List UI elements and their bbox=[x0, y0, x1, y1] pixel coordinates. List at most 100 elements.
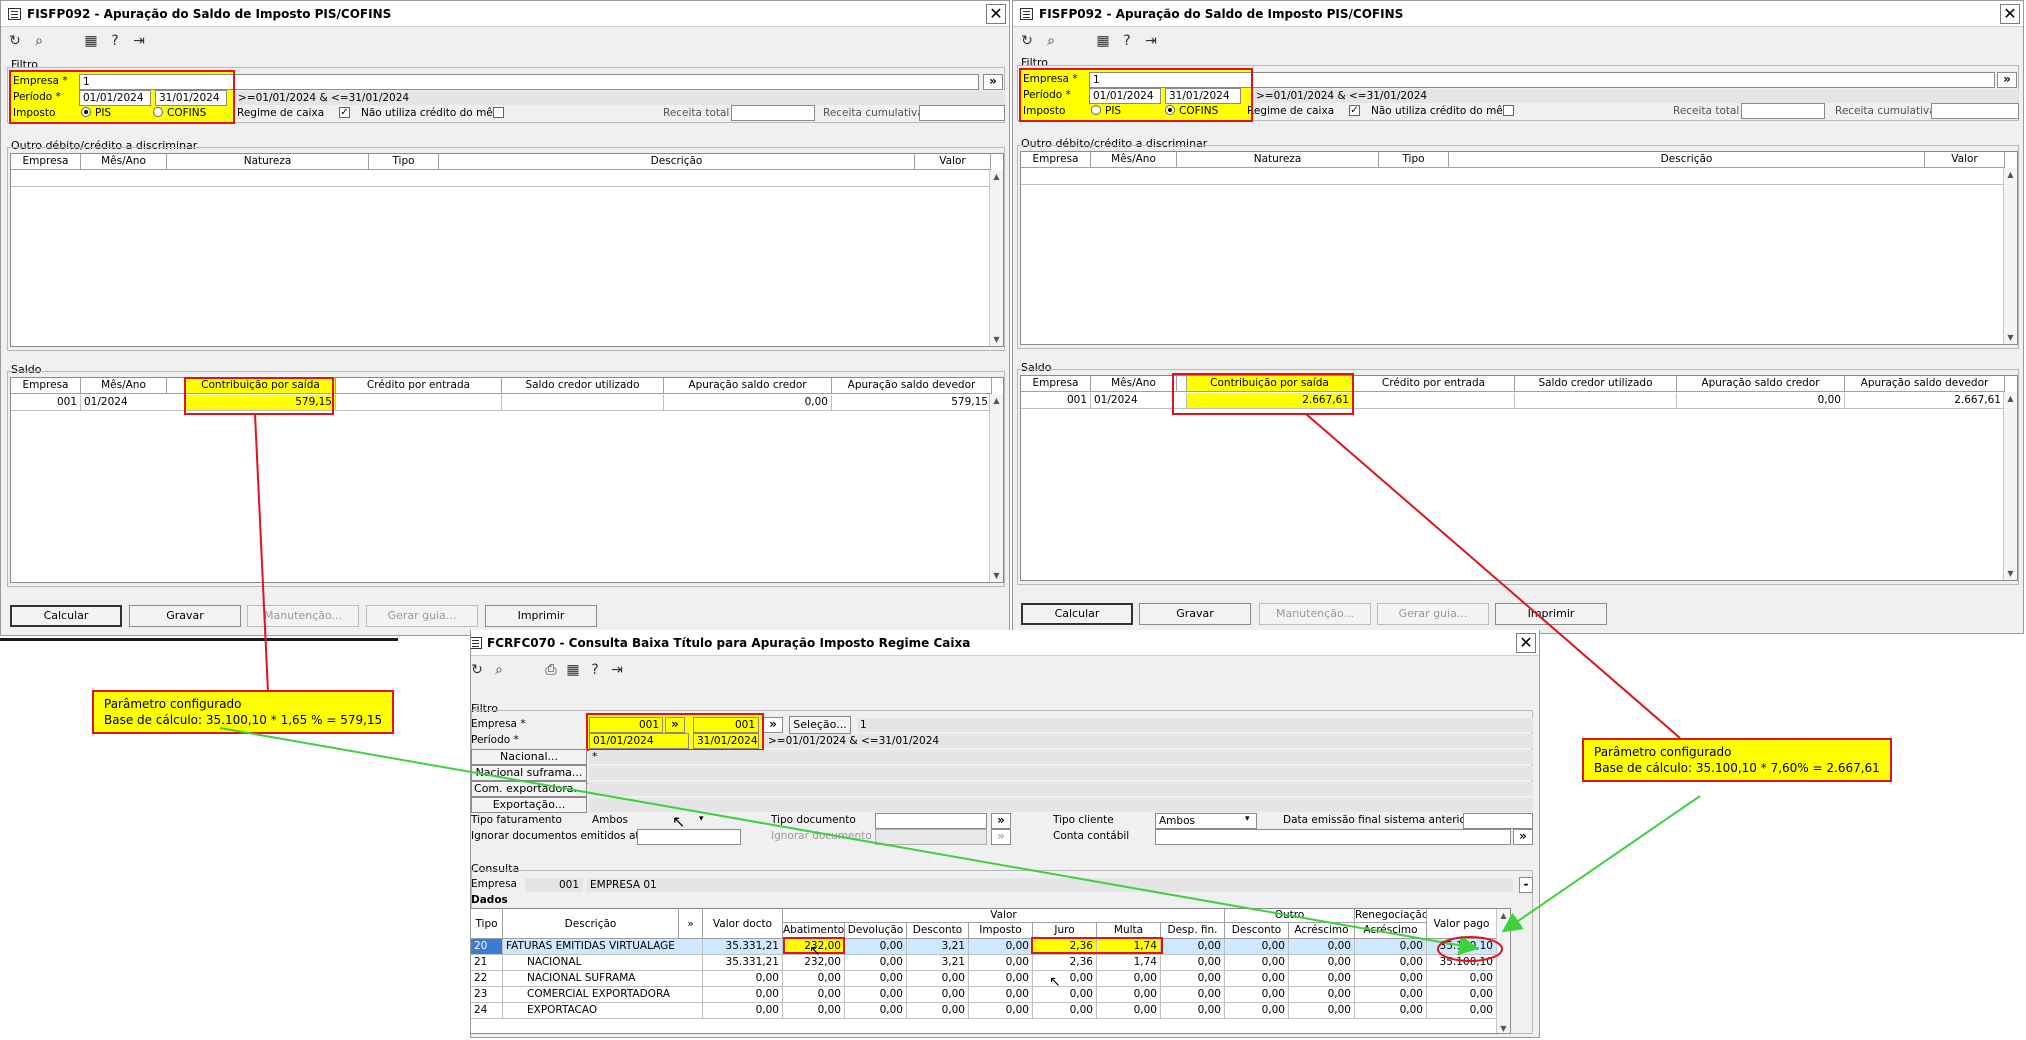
col-reneg-acrescimo[interactable]: Acréscimo bbox=[1355, 923, 1427, 939]
help-icon[interactable]: ? bbox=[1117, 31, 1137, 51]
help-icon[interactable]: ? bbox=[585, 660, 605, 680]
col-tipo[interactable]: Tipo bbox=[471, 909, 503, 939]
col-valor-docto[interactable]: Valor docto bbox=[703, 909, 783, 939]
empresa-expand-button[interactable]: » bbox=[1997, 72, 2017, 88]
outro-col-valor[interactable]: Valor bbox=[915, 154, 991, 170]
cell-valor-pago[interactable]: 0,00 bbox=[1427, 1003, 1497, 1019]
table-row[interactable]: 23 COMERCIAL EXPORTADORA 0,00 0,00 0,00 0,00 0… bbox=[471, 987, 1497, 1003]
cell-juro[interactable]: 2,36 bbox=[1033, 939, 1097, 955]
cell-desconto[interactable]: 0,00 bbox=[907, 1003, 969, 1019]
exit-icon[interactable]: ⇥ bbox=[129, 31, 149, 51]
cell-valor-docto[interactable]: 0,00 bbox=[703, 971, 783, 987]
col-outro-desconto[interactable]: Desconto bbox=[1225, 923, 1289, 939]
refresh-icon[interactable]: ↻ bbox=[5, 31, 25, 51]
tipo-documento-input[interactable] bbox=[875, 813, 987, 829]
cell-descricao[interactable]: NACIONAL SUFRAMA bbox=[503, 971, 703, 987]
saldo-col-apur-credor[interactable]: Apuração saldo credor bbox=[1677, 376, 1845, 392]
table-row[interactable]: 20 FATURAS EMITIDAS VIRTUALAGE 35.331,21 23… bbox=[471, 939, 1497, 955]
calendar-icon[interactable]: ▦ bbox=[563, 660, 583, 680]
nao-utiliza-checkbox[interactable] bbox=[1503, 105, 1514, 116]
cell-devolucao[interactable]: 0,00 bbox=[845, 955, 907, 971]
saldo-col-mesano[interactable]: Mês/Ano bbox=[1091, 376, 1177, 392]
col-outro-acrescimo[interactable]: Acréscimo bbox=[1289, 923, 1355, 939]
outro-col-tipo[interactable]: Tipo bbox=[369, 154, 439, 170]
data-emissao-input[interactable] bbox=[1463, 813, 1533, 829]
cell-devolucao[interactable]: 0,00 bbox=[845, 987, 907, 1003]
saldo-cell-credito[interactable] bbox=[1353, 393, 1515, 409]
col-expand[interactable]: » bbox=[679, 909, 703, 939]
cell-imposto[interactable]: 0,00 bbox=[969, 939, 1033, 955]
col-devolucao[interactable]: Devolução bbox=[845, 923, 907, 939]
saldo-col-credito[interactable]: Crédito por entrada bbox=[1353, 376, 1515, 392]
ignorar-emitidos-input[interactable] bbox=[637, 829, 741, 845]
cell-desconto[interactable]: 3,21 bbox=[907, 939, 969, 955]
ignorar-documento-input[interactable] bbox=[875, 829, 987, 845]
cell-valor-pago[interactable]: 35.100,10 bbox=[1427, 939, 1497, 955]
saldo-cell-mesano[interactable]: 01/2024 bbox=[1091, 393, 1187, 409]
cell-descricao[interactable]: FATURAS EMITIDAS VIRTUALAGE bbox=[503, 939, 703, 955]
scroll-up-icon[interactable]: ▲ bbox=[990, 170, 1003, 183]
cell-outro-desconto[interactable]: 0,00 bbox=[1225, 987, 1289, 1003]
close-button[interactable]: ✕ bbox=[2000, 4, 2020, 24]
cell-reneg-acrescimo[interactable]: 0,00 bbox=[1355, 971, 1427, 987]
gravar-button[interactable]: Gravar bbox=[1139, 603, 1251, 625]
nacional-button[interactable]: Nacional... bbox=[471, 749, 587, 765]
radio-pis[interactable]: PIS bbox=[1091, 105, 1121, 117]
receita-total-input[interactable] bbox=[731, 105, 815, 121]
col-desconto[interactable]: Desconto bbox=[907, 923, 969, 939]
saldo-col-empresa[interactable]: Empresa bbox=[11, 378, 81, 394]
search-icon[interactable]: ⌕ bbox=[29, 31, 49, 51]
saldo-cell-contribuicao[interactable]: 2.667,61 bbox=[1187, 393, 1353, 409]
cell-tipo[interactable]: 23 bbox=[471, 987, 503, 1003]
saldo-cell-contribuicao[interactable]: 579,15 bbox=[186, 395, 336, 411]
scroll-down-icon[interactable]: ▼ bbox=[990, 333, 1003, 346]
search-icon[interactable]: ⌕ bbox=[489, 660, 509, 680]
cell-reneg-acrescimo[interactable]: 0,00 bbox=[1355, 939, 1427, 955]
saldo-col-apur-devedor[interactable]: Apuração saldo devedor bbox=[832, 378, 992, 394]
saldo-col-apur-devedor[interactable]: Apuração saldo devedor bbox=[1845, 376, 2005, 392]
print-icon[interactable]: ⎙ bbox=[541, 660, 561, 680]
empresa-inicio-input[interactable]: 001 bbox=[589, 717, 663, 733]
cell-desp-fin[interactable]: 0,00 bbox=[1161, 955, 1225, 971]
saldo-scrollbar[interactable]: ▲ ▼ bbox=[2003, 392, 2017, 580]
calcular-button[interactable]: Calcular bbox=[10, 605, 122, 627]
periodo-fim-input[interactable]: 31/01/2024 bbox=[155, 90, 227, 106]
close-button[interactable]: ✕ bbox=[986, 4, 1006, 24]
cell-outro-acrescimo[interactable]: 0,00 bbox=[1289, 987, 1355, 1003]
close-button[interactable]: ✕ bbox=[1516, 633, 1536, 653]
cell-devolucao[interactable]: 0,00 bbox=[845, 939, 907, 955]
radio-cofins-dot[interactable] bbox=[153, 107, 163, 117]
cell-descricao[interactable]: NACIONAL bbox=[503, 955, 703, 971]
empresa-fim-input[interactable]: 001 bbox=[693, 717, 759, 733]
periodo-inicio-input[interactable]: 01/01/2024 bbox=[589, 733, 689, 749]
manutencao-button[interactable]: Manutenção... bbox=[247, 605, 359, 627]
saldo-cell-saldo-credor[interactable] bbox=[1515, 393, 1677, 409]
cell-valor-pago[interactable]: 0,00 bbox=[1427, 971, 1497, 987]
saldo-cell-credito[interactable] bbox=[336, 395, 502, 411]
radio-cofins[interactable]: COFINS bbox=[153, 107, 206, 119]
saldo-col-mesano[interactable]: Mês/Ano bbox=[81, 378, 167, 394]
cell-multa[interactable]: 0,00 bbox=[1097, 971, 1161, 987]
cell-outro-acrescimo[interactable]: 0,00 bbox=[1289, 1003, 1355, 1019]
dados-scrollbar[interactable]: ▲ ▼ bbox=[1496, 909, 1510, 1033]
outro-empty-row[interactable] bbox=[11, 171, 991, 187]
cell-valor-docto[interactable]: 0,00 bbox=[703, 987, 783, 1003]
chevron-down-icon[interactable]: ▾ bbox=[699, 814, 704, 824]
table-row[interactable]: 24 EXPORTACAO 0,00 0,00 0,00 0,00 0,00 0,00 0,00… bbox=[471, 1003, 1497, 1019]
col-descricao[interactable]: Descrição bbox=[503, 909, 679, 939]
saldo-col-credito[interactable]: Crédito por entrada bbox=[336, 378, 502, 394]
cell-tipo[interactable]: 22 bbox=[471, 971, 503, 987]
col-multa[interactable]: Multa bbox=[1097, 923, 1161, 939]
saldo-cell-apur-devedor[interactable]: 579,15 bbox=[832, 395, 992, 411]
saldo-cell-apur-devedor[interactable]: 2.667,61 bbox=[1845, 393, 2005, 409]
periodo-fim-input[interactable]: 31/01/2024 bbox=[693, 733, 759, 749]
selecao-button[interactable]: Seleção... bbox=[789, 716, 851, 734]
cell-devolucao[interactable]: 0,00 bbox=[845, 971, 907, 987]
scroll-down-icon[interactable]: ▼ bbox=[990, 569, 1003, 582]
saldo-cell-empresa[interactable]: 001 bbox=[1021, 393, 1091, 409]
periodo-inicio-input[interactable]: 01/01/2024 bbox=[1089, 88, 1161, 104]
radio-pis-dot[interactable] bbox=[81, 107, 91, 117]
empresa-fim-expand-button[interactable]: » bbox=[763, 717, 783, 733]
cell-outro-desconto[interactable]: 0,00 bbox=[1225, 1003, 1289, 1019]
saldo-col-saldo-credor[interactable]: Saldo credor utilizado bbox=[1515, 376, 1677, 392]
